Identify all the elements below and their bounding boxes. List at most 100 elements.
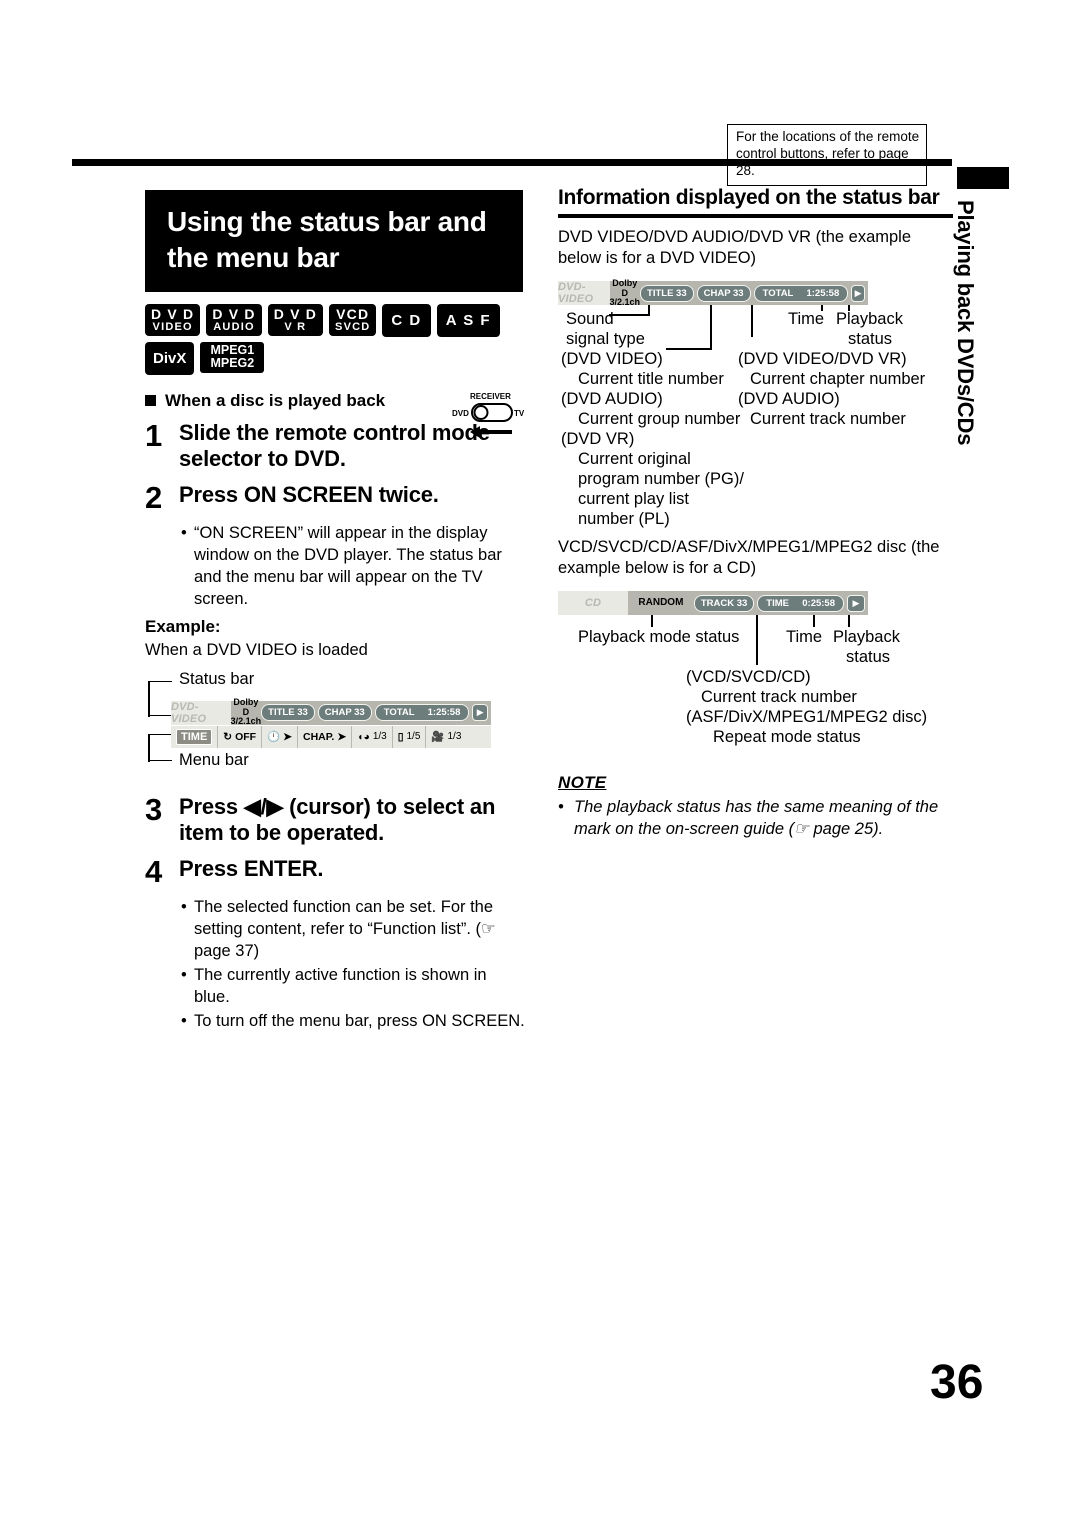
play-icon: ▶ [847,594,865,612]
menu-item-chapter-search[interactable]: CHAP. ➤ [298,725,353,748]
menu-bar-figure-label: Menu bar [179,750,249,769]
bullet-dot-icon: • [558,798,564,817]
leader-line-to-menubar [148,733,172,736]
arrow-right-icon: ➤ [283,730,292,743]
dvd-status-bar-graphic: DVD-VIDEO Dolby D 3/2.1ch TITLE 33 CHAP … [558,278,868,307]
disc-format-logos: D V D VIDEO D V D AUDIO D V D V R VCD SV… [145,303,525,375]
play-icon: ▶ [851,284,865,302]
cd-callouts: Playback mode status Time Playback statu… [558,615,953,746]
bullet-dot-icon: • [181,1011,187,1030]
step-4: 4 Press ENTER. [145,856,525,889]
bullet-text: The selected function can be set. For th… [194,897,496,960]
logo-dvd-audio: D V D AUDIO [206,303,262,336]
sound-line-1: Dolby D [612,278,638,298]
logo-cd: C D [382,303,431,337]
status-bar-sound-info: Dolby D 3/2.1ch [231,697,262,727]
callout-time: Time [788,310,825,329]
status-bar-figure-label: Status bar [179,669,255,688]
menu-item-angle[interactable]: 🎥 1/3 [426,726,466,748]
audio-icon: ◖◕ [357,730,370,743]
logo-dvd-vr: D V D V R [267,303,324,336]
status-bar-playback-mode: RANDOM [638,597,684,609]
note-heading: NOTE [558,773,607,793]
menu-subtitle-value: 1/5 [406,731,421,743]
callout-cd-0: (VCD/SVCD/CD) [686,668,811,687]
logo-line2: V R [284,320,307,333]
step-3: 3 Press ◀/▶ (cursor) to select an item t… [145,793,525,848]
bullet-dot-icon: • [181,897,187,916]
bullet-item: • The selected function can be set. For … [181,897,525,963]
status-bar-chapter-chip: CHAP 33 [696,284,751,302]
callout-right-3: Current track number [750,410,906,429]
clock-icon: 🕛 [267,731,281,744]
note-bullet: • The playback status has the same meani… [558,797,953,840]
arrow-right-icon: ➤ [337,730,347,743]
logo-line1: VCD [336,305,370,322]
status-bar-disc-type: DVD-VIDEO [171,700,231,725]
menu-item-subtitle[interactable]: ▯ 1/5 [393,725,427,748]
callout-left-5: Current original [578,450,691,469]
callout-cd-playback-1: Playback [833,628,900,647]
callout-playback-1: Playback [836,310,903,329]
example-label: Example: [145,616,221,636]
total-value: 1:25:58 [427,707,461,719]
logo-line1: D V D [273,305,318,322]
logo-line1: D V D [212,305,256,322]
cd-status-bar: CD RANDOM TRACK 33 TIME 0:25:58 ▶ [558,591,868,616]
step-text: Press ENTER. [179,856,324,882]
callout-cd-playback-2: status [846,648,891,667]
callout-left-3: Current group number [578,410,741,429]
status-bar-total-chip: TOTAL 1:25:58 [753,284,849,302]
callout-sound-2: signal type [566,330,645,349]
status-bar-disc-type: CD [558,591,628,616]
top-rule-divider [72,159,952,166]
logo-line2: AUDIO [213,320,255,333]
status-bar: DVD-VIDEO Dolby D 3/2.1ch TITLE 33 CHAP … [171,697,491,727]
logo-vcd-svcd: VCD SVCD [329,303,377,336]
right-section-heading: Information displayed on the status bar [558,186,953,218]
callout-left-4: (DVD VR) [561,430,635,449]
play-icon: ▶ [472,704,488,722]
sound-line-1: Dolby D [233,697,259,717]
step-number: 1 [145,417,163,453]
selector-switch-icon [470,403,513,438]
leader-line-to-statusbar [148,714,172,717]
step-4-bullets: • The selected function can be set. For … [181,897,525,1033]
callout-sound-1: Sound [566,310,614,329]
menu-item-time-search[interactable]: 🕛 ➤ [262,725,298,748]
callout-cd-time: Time [786,628,823,647]
bullet-text: To turn off the menu bar, press ON SCREE… [194,1011,525,1030]
dvd-status-bar: DVD-VIDEO Dolby D 3/2.1ch TITLE 33 CHAP … [558,278,868,307]
leader-line-vertical-top [148,681,150,717]
callout-line-track [756,615,758,666]
total-label: TOTAL [762,287,794,299]
callout-left-0: (DVD VIDEO) [561,350,663,369]
callout-left-2: (DVD AUDIO) [561,390,663,409]
menu-chapter-label: CHAP. [302,730,335,743]
step-number: 4 [145,854,163,890]
menu-angle-value: 1/3 [447,731,462,743]
manual-page: For the locations of the remote control … [0,0,1080,1528]
leader-line-horizontal-top [148,680,172,683]
time-label: TIME [766,597,789,609]
total-label: TOTAL [383,707,415,719]
callout-playback-2: status [848,330,893,349]
menu-audio-value: 1/3 [372,731,387,743]
step-2-bullets: • “ON SCREEN” will appear in the display… [181,523,525,611]
menu-item-audio[interactable]: ◖◕ 1/3 [352,725,393,748]
callout-left-7: current play list [578,490,689,509]
status-bar-chapter-chip: CHAP 33 [317,704,372,722]
menu-item-repeat[interactable]: ↻ OFF [218,725,263,748]
logo-dvd-video: D V D VIDEO [145,303,201,336]
menu-item-time[interactable]: TIME [171,725,219,748]
status-menu-bar-figure: Status bar Menu bar DVD-VIDEO Dolby D 3/… [145,669,505,772]
callout-right-0: (DVD VIDEO/DVD VR) [738,350,907,369]
dvd-intro-text: DVD VIDEO/DVD AUDIO/DVD VR (the example … [558,228,912,268]
status-bar-disc-type: DVD-VIDEO [558,281,610,306]
repeat-icon: ↻ [223,730,233,743]
menu-repeat-label: OFF [235,730,257,743]
callout-line-chapter [751,305,753,338]
remote-mode-selector-graphic: RECEIVER DVD TV [452,392,530,444]
bullet-item: • “ON SCREEN” will appear in the display… [181,523,525,611]
logo-line2: SVCD [335,320,371,333]
